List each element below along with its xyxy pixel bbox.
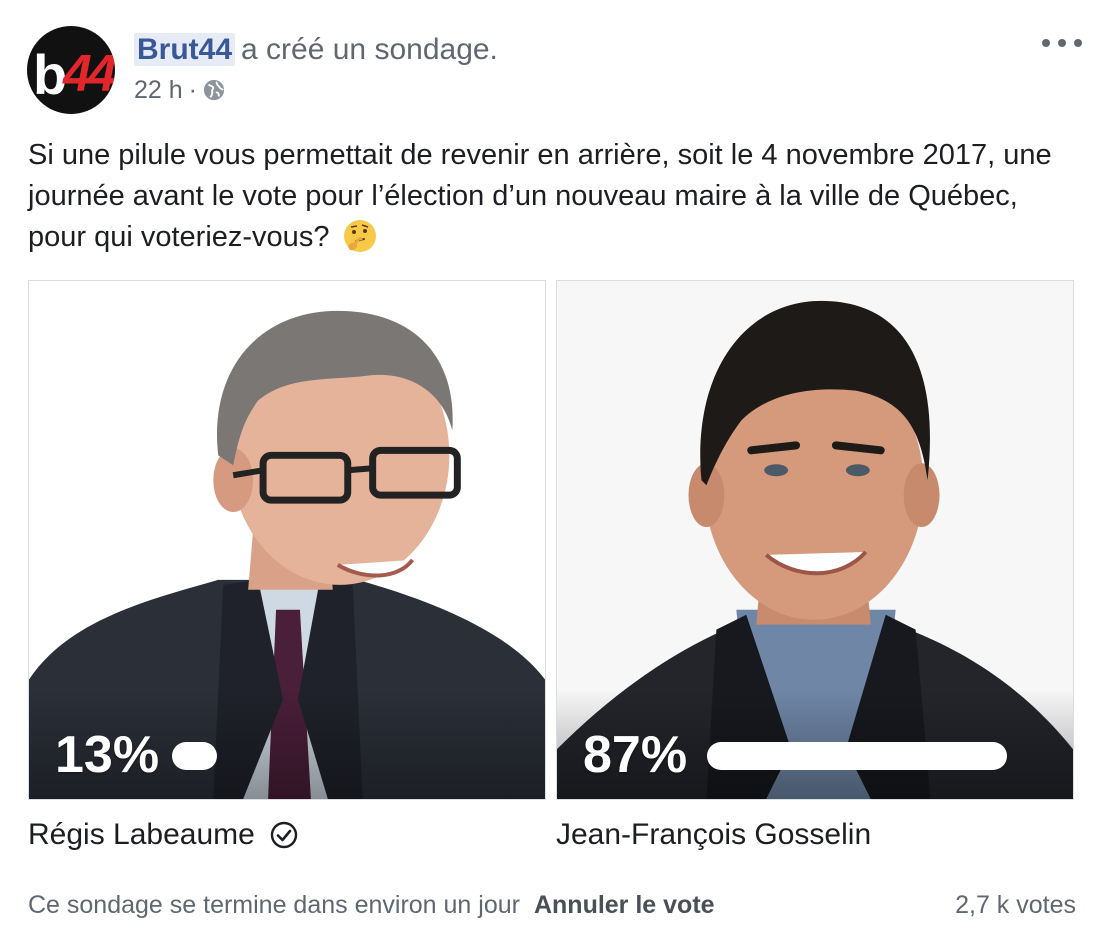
cancel-vote-button[interactable]: Annuler le vote — [534, 891, 715, 919]
thinking-face-emoji — [343, 220, 376, 252]
option-label-2[interactable]: Jean-François Gosselin — [556, 815, 871, 855]
option-label-1[interactable]: Régis Labeaume — [28, 815, 299, 855]
option-result-bar — [172, 742, 217, 770]
more-options-icon[interactable] — [1042, 28, 1082, 58]
post-timestamp[interactable]: 22 h — [134, 75, 183, 105]
avatar-logo-b: b — [33, 43, 67, 106]
poll-post-card: b 44 Brut44 a créé un sondage. 22 h · Si … — [0, 0, 1102, 950]
author-link[interactable]: Brut44 — [134, 33, 236, 66]
page-avatar[interactable]: b 44 — [27, 26, 115, 114]
vote-count[interactable]: 2,7 k votes — [955, 888, 1076, 922]
more-dot — [1058, 39, 1066, 47]
post-header: Brut44 a créé un sondage. — [134, 32, 498, 68]
post-meta: 22 h · — [134, 75, 225, 105]
poll-end-notice: Ce sondage se termine dans environ un jo… — [28, 891, 520, 919]
globe-icon[interactable] — [203, 79, 225, 101]
post-message-text: Si une pilule vous permettait de revenir… — [28, 139, 1052, 253]
poll-option-1[interactable]: 13% — [28, 280, 546, 800]
option-name: Jean-François Gosselin — [556, 818, 872, 851]
checkmark-circle-icon — [270, 821, 298, 849]
option-name: Régis Labeaume — [28, 818, 255, 851]
option-percent: 13% — [55, 726, 160, 784]
option-result-bar — [707, 742, 1007, 770]
post-message: Si une pilule vous permettait de revenir… — [28, 135, 1068, 258]
meta-separator: · — [188, 76, 197, 104]
more-dot — [1042, 39, 1050, 47]
poll-option-2[interactable]: 87% — [556, 280, 1074, 800]
avatar-logo-44: 44 — [63, 45, 115, 103]
option-percent: 87% — [583, 726, 688, 784]
post-action-text: a créé un sondage. — [241, 33, 498, 66]
more-dot — [1074, 39, 1082, 47]
poll-footer: Ce sondage se termine dans environ un jo… — [28, 888, 1076, 922]
